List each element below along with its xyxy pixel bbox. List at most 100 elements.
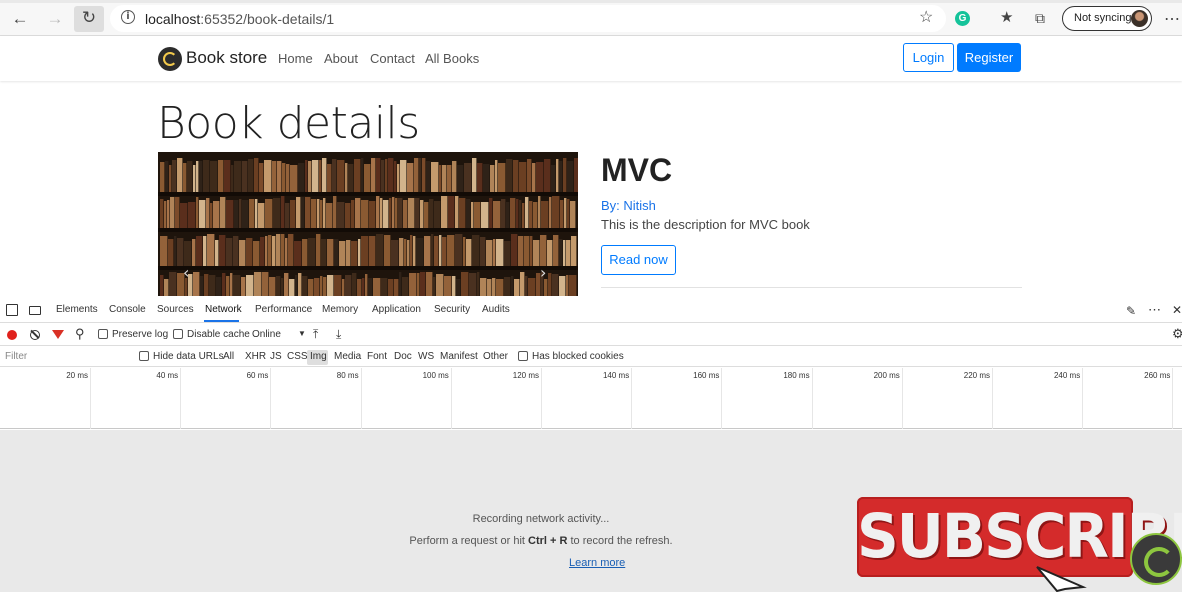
disable-cache-label: Disable cache xyxy=(187,329,250,340)
export-har-icon[interactable]: ⤓ xyxy=(336,328,341,340)
timeline-gridline xyxy=(541,368,542,429)
type-font[interactable]: Font xyxy=(367,351,387,362)
type-media[interactable]: Media xyxy=(334,351,361,362)
type-doc[interactable]: Doc xyxy=(394,351,412,362)
timeline-tick-label: 240 ms xyxy=(1053,371,1081,380)
type-css[interactable]: CSS xyxy=(287,351,308,362)
timeline-gridline xyxy=(901,368,903,429)
blocked-cookies-label: Has blocked cookies xyxy=(532,351,624,362)
inspect-element-icon[interactable] xyxy=(6,304,18,316)
type-manifest[interactable]: Manifest xyxy=(440,351,478,362)
site-info-icon[interactable]: i xyxy=(121,10,135,24)
tab-strip xyxy=(0,0,1182,3)
type-xhr[interactable]: XHR xyxy=(245,351,266,362)
timeline-gridline xyxy=(90,368,91,429)
grammarly-extension-icon[interactable]: G xyxy=(955,11,970,26)
tab-audits[interactable]: Audits xyxy=(482,304,510,315)
book-image-carousel[interactable] xyxy=(158,152,578,296)
close-icon[interactable]: ✕ xyxy=(1172,304,1182,316)
timeline-tick-label: 20 ms xyxy=(66,371,88,380)
avatar xyxy=(1131,10,1148,27)
preserve-log-label: Preserve log xyxy=(112,329,169,340)
collections-icon[interactable]: ⧉ xyxy=(1035,9,1045,27)
hide-data-urls-checkbox[interactable] xyxy=(139,351,149,361)
tab-elements[interactable]: Elements xyxy=(56,304,98,315)
device-toolbar-icon[interactable] xyxy=(29,306,41,315)
tab-console[interactable]: Console xyxy=(109,304,146,315)
divider xyxy=(601,287,1022,288)
timeline-tick-label: 120 ms xyxy=(512,371,539,380)
timeline-gridline xyxy=(1082,368,1084,429)
timeline-tick-label: 200 ms xyxy=(873,371,900,380)
hide-data-urls-label: Hide data URLs xyxy=(153,351,224,362)
back-arrow-icon[interactable]: ← xyxy=(9,8,31,30)
timeline-gridline xyxy=(180,368,182,429)
type-img[interactable]: Img xyxy=(310,351,327,362)
timeline-tick-label: 260 ms xyxy=(1144,371,1171,380)
tab-application[interactable]: Application xyxy=(372,304,421,315)
login-button[interactable]: Login xyxy=(903,43,954,72)
feedback-icon[interactable]: ✎ xyxy=(1126,305,1136,317)
filter-input[interactable]: Filter xyxy=(5,351,27,362)
active-tab-indicator xyxy=(204,320,239,322)
preserve-log-checkbox[interactable] xyxy=(98,329,108,339)
timeline-gridline xyxy=(360,368,362,429)
carousel-next-icon[interactable]: › xyxy=(540,263,546,282)
timeline-tick-label: 100 ms xyxy=(422,371,449,380)
carousel-prev-icon[interactable]: ‹ xyxy=(183,263,189,282)
favorite-star-icon[interactable]: ☆ xyxy=(919,9,933,27)
url-text[interactable]: localhost:65352/book-details/1 xyxy=(145,11,334,27)
forward-arrow-icon[interactable]: → xyxy=(44,8,66,30)
nav-contact[interactable]: Contact xyxy=(370,51,415,66)
tab-memory[interactable]: Memory xyxy=(322,304,358,315)
register-button[interactable]: Register xyxy=(957,43,1021,72)
import-har-icon[interactable]: ⤒ xyxy=(313,328,318,340)
tab-network[interactable]: Network xyxy=(205,304,242,315)
book-author[interactable]: By: Nitish xyxy=(601,198,656,213)
more-menu-icon[interactable]: ⋯ xyxy=(1164,9,1180,29)
book-title: MVC xyxy=(601,152,673,188)
clear-icon[interactable] xyxy=(30,330,40,340)
url-host: localhost xyxy=(145,11,201,27)
cursor-icon xyxy=(1036,566,1087,592)
tab-security[interactable]: Security xyxy=(434,304,470,315)
search-icon[interactable]: ⚲ xyxy=(75,327,85,340)
type-js[interactable]: JS xyxy=(270,351,282,362)
timeline-gridline xyxy=(992,368,993,429)
chevron-down-icon[interactable]: ▼ xyxy=(298,329,306,338)
gear-icon[interactable]: ⚙ xyxy=(1172,327,1182,340)
favorites-list-icon[interactable]: ★ xyxy=(1000,9,1013,27)
timeline-tick-label: 220 ms xyxy=(963,371,990,380)
tab-performance[interactable]: Performance xyxy=(255,304,312,315)
timeline-tick-label: 180 ms xyxy=(783,371,810,380)
subscribe-banner: SUBSCRIBE xyxy=(857,497,1182,577)
timeline-gridline xyxy=(270,368,272,429)
nav-all-books[interactable]: All Books xyxy=(425,51,479,66)
timeline-gridline xyxy=(631,368,633,429)
type-other[interactable]: Other xyxy=(483,351,508,362)
brand-link[interactable]: Book store xyxy=(186,48,267,68)
devtools-menu-icon[interactable]: ⋯ xyxy=(1148,303,1161,316)
nav-about[interactable]: About xyxy=(324,51,358,66)
reload-icon[interactable]: ↻ xyxy=(78,7,100,29)
record-icon[interactable] xyxy=(7,330,17,340)
learn-more-link[interactable]: Learn more xyxy=(569,557,625,569)
logo-icon[interactable] xyxy=(158,47,182,71)
read-now-button[interactable]: Read now xyxy=(601,245,676,275)
url-path: :65352/book-details/1 xyxy=(200,11,335,27)
type-all[interactable]: All xyxy=(223,351,234,362)
profile-sync-button[interactable]: Not syncing xyxy=(1062,6,1152,31)
bookshelf-image xyxy=(158,152,578,296)
throttling-select[interactable]: Online xyxy=(252,329,281,340)
page-title: Book details xyxy=(157,98,420,149)
blocked-cookies-checkbox[interactable] xyxy=(518,351,528,361)
nav-home[interactable]: Home xyxy=(278,51,313,66)
sync-label: Not syncing xyxy=(1074,12,1132,24)
disable-cache-checkbox[interactable] xyxy=(173,329,183,339)
timeline-gridline xyxy=(450,368,452,429)
refresh-hint-pre: Perform a request or hit xyxy=(409,535,528,547)
subscribe-text: SUBSCRIBE xyxy=(857,500,1182,572)
type-ws[interactable]: WS xyxy=(418,351,434,362)
filter-icon[interactable] xyxy=(52,330,64,339)
tab-sources[interactable]: Sources xyxy=(157,304,194,315)
